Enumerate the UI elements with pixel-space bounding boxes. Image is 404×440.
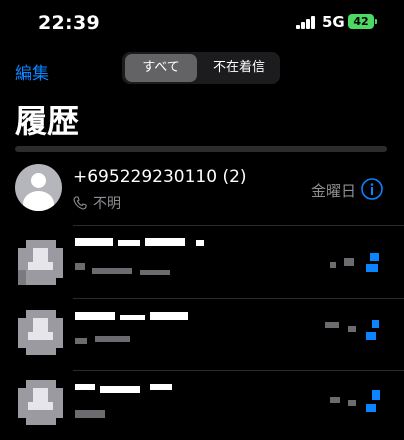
caller-name: +695229230110 (2)	[73, 167, 247, 187]
phone-icon	[73, 196, 87, 210]
row-separator	[73, 298, 404, 299]
call-type: 不明	[73, 193, 121, 213]
edit-button[interactable]: 編集	[15, 59, 49, 84]
row-separator	[73, 370, 404, 371]
network-type: 5G	[322, 13, 345, 31]
battery-icon: 42	[348, 14, 374, 29]
status-bar: 22:39 5G 42	[0, 0, 404, 44]
battery-cap	[375, 19, 377, 24]
status-time: 22:39	[38, 12, 100, 34]
avatar	[15, 164, 62, 211]
signal-icon	[296, 16, 316, 29]
row-separator	[73, 225, 404, 226]
scroll-indicator	[15, 146, 387, 152]
avatar	[18, 310, 63, 355]
call-row[interactable]	[0, 228, 404, 298]
segmented-control: すべて 不在着信	[122, 52, 280, 84]
page-title: 履歴	[15, 102, 80, 140]
call-row[interactable]	[0, 372, 404, 440]
tab-all[interactable]: すべて	[125, 54, 197, 82]
call-type-label: 不明	[93, 196, 121, 212]
avatar	[18, 380, 63, 425]
info-icon[interactable]	[361, 178, 383, 200]
call-date: 金曜日	[311, 182, 357, 200]
avatar	[18, 240, 63, 285]
tab-missed[interactable]: 不在着信	[202, 54, 276, 82]
call-row[interactable]	[0, 300, 404, 370]
battery-level: 42	[353, 15, 369, 28]
call-row[interactable]: +695229230110 (2) 不明 金曜日	[0, 163, 404, 225]
